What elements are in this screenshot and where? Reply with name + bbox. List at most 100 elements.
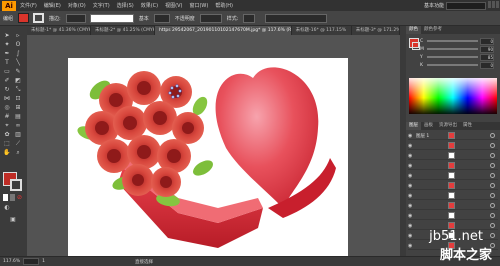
maximize-button[interactable] <box>492 1 495 8</box>
blend-tool-icon[interactable]: ∞ <box>14 122 22 129</box>
stroke-weight-field[interactable] <box>65 13 86 23</box>
visibility-eye-icon[interactable]: ◉ <box>408 193 413 198</box>
cyan-slider-row[interactable]: C0 <box>420 37 494 45</box>
layer-row[interactable]: ◉ <box>408 152 498 160</box>
heart-box-with-roses-illustration[interactable] <box>68 58 348 256</box>
target-circle-icon[interactable] <box>490 203 495 208</box>
page-number[interactable]: 1 <box>42 259 45 264</box>
align-controls[interactable] <box>265 13 328 23</box>
panel-stroke-swatch[interactable] <box>412 42 420 50</box>
visibility-eye-icon[interactable]: ◉ <box>408 233 413 238</box>
paintbrush-tool-icon[interactable]: ✎ <box>14 68 22 75</box>
direct-selection-tool-icon[interactable]: ▹ <box>14 32 22 39</box>
zoom-tool-icon[interactable]: ⌕ <box>14 149 22 156</box>
tab-asset-export[interactable]: 资源导出 <box>436 122 460 130</box>
menu-window[interactable]: 窗口(W) <box>189 2 208 9</box>
tab-properties[interactable]: 属性 <box>460 122 475 130</box>
visibility-eye-icon[interactable]: ◉ <box>408 183 413 188</box>
shape-builder-tool-icon[interactable]: ◎ <box>3 104 11 111</box>
menu-object[interactable]: 对象(O) <box>68 2 86 9</box>
gradient-mode-icon[interactable] <box>10 194 15 201</box>
tab-document-1[interactable]: 未标题-1* @ 41.36% (CMYK/预览) <box>27 26 91 35</box>
brush-dropdown[interactable] <box>153 13 170 23</box>
menu-help[interactable]: 帮助(H) <box>215 2 233 9</box>
rotate-tool-icon[interactable]: ↻ <box>3 86 11 93</box>
tab-color[interactable]: 颜色 <box>406 26 421 34</box>
line-tool-icon[interactable]: ╲ <box>14 59 22 66</box>
scale-tool-icon[interactable]: ⤡ <box>14 86 22 93</box>
magenta-slider-row[interactable]: M 90 <box>420 45 494 53</box>
visibility-eye-icon[interactable]: ◉ <box>408 223 413 228</box>
magic-wand-tool-icon[interactable]: ✦ <box>3 41 11 48</box>
lasso-tool-icon[interactable]: ʘ <box>14 41 22 48</box>
menu-type[interactable]: 文字(T) <box>93 2 110 9</box>
tab-document-active[interactable]: https 29542067_20190110102147670M.jpg* @… <box>155 26 292 35</box>
target-circle-icon[interactable] <box>490 223 495 228</box>
target-circle-icon[interactable] <box>490 163 495 168</box>
canvas-area[interactable] <box>27 35 400 256</box>
opacity-field[interactable] <box>199 13 222 23</box>
curvature-tool-icon[interactable]: ∫ <box>14 50 22 57</box>
color-mode-icon[interactable] <box>3 194 8 201</box>
menu-effect[interactable]: 效果(C) <box>141 2 158 9</box>
menu-view[interactable]: 视图(V) <box>165 2 182 9</box>
visibility-eye-icon[interactable]: ◉ <box>408 153 413 158</box>
close-button[interactable] <box>496 1 499 8</box>
target-circle-icon[interactable] <box>490 173 495 178</box>
menu-edit[interactable]: 编辑(E) <box>44 2 61 9</box>
visibility-eye-icon[interactable]: ◉ <box>408 243 413 248</box>
target-circle-icon[interactable] <box>490 233 495 238</box>
tab-document-2[interactable]: 未标题-2* @ 41.25% (CMYK/预览) <box>91 26 155 35</box>
width-tool-icon[interactable]: ⋈ <box>3 95 11 102</box>
target-circle-icon[interactable] <box>490 143 495 148</box>
graphic-style-dropdown[interactable] <box>243 13 256 23</box>
layer-row[interactable]: ◉ <box>408 142 498 150</box>
layer-row[interactable]: ◉ <box>408 182 498 190</box>
mesh-tool-icon[interactable]: # <box>3 113 11 120</box>
stroke-color-swatch[interactable] <box>10 179 22 191</box>
yellow-slider-row[interactable]: Y 85 <box>420 53 494 61</box>
symbol-sprayer-tool-icon[interactable]: ✿ <box>3 131 11 138</box>
target-circle-icon[interactable] <box>490 193 495 198</box>
minimize-button[interactable] <box>488 1 491 8</box>
tab-color-guide[interactable]: 颜色参考 <box>421 26 445 34</box>
target-circle-icon[interactable] <box>490 133 495 138</box>
hand-tool-icon[interactable]: ✋ <box>3 149 11 156</box>
screen-mode-icon[interactable]: ▣ <box>9 216 17 223</box>
layer-row[interactable]: ◉ <box>408 162 498 170</box>
layer-row[interactable]: ◉ <box>408 202 498 210</box>
cyan-value[interactable]: 0 <box>480 37 494 45</box>
pen-tool-icon[interactable]: ✒ <box>3 50 11 57</box>
type-tool-icon[interactable]: T <box>3 59 11 66</box>
target-circle-icon[interactable] <box>490 183 495 188</box>
visibility-eye-icon[interactable]: ◉ <box>408 133 413 138</box>
search-input[interactable] <box>446 2 486 10</box>
menu-file[interactable]: 文件(F) <box>20 2 37 9</box>
workspace-switcher[interactable]: 基本功能 <box>424 2 444 9</box>
slice-tool-icon[interactable]: ⟋ <box>14 140 22 147</box>
variable-width-profile[interactable] <box>89 13 134 23</box>
layer-row[interactable]: ◉ <box>408 172 498 180</box>
selection-tool-icon[interactable]: ➤ <box>3 32 11 39</box>
artboard-tool-icon[interactable]: ⬚ <box>3 140 11 147</box>
target-circle-icon[interactable] <box>490 213 495 218</box>
rectangle-tool-icon[interactable]: ▭ <box>3 68 11 75</box>
color-spectrum[interactable] <box>409 78 497 114</box>
visibility-eye-icon[interactable]: ◉ <box>408 203 413 208</box>
stroke-swatch[interactable] <box>33 13 45 23</box>
artboard-navigator[interactable] <box>23 258 40 265</box>
menu-select[interactable]: 选择(S) <box>117 2 134 9</box>
visibility-eye-icon[interactable]: ◉ <box>408 213 413 218</box>
layer-row[interactable]: ◉ <box>408 192 498 200</box>
draw-mode-icon[interactable]: ◐ <box>3 204 11 211</box>
column-graph-tool-icon[interactable]: ▥ <box>14 131 22 138</box>
yellow-value[interactable]: 85 <box>480 53 494 61</box>
eraser-tool-icon[interactable]: ◩ <box>14 77 22 84</box>
visibility-eye-icon[interactable]: ◉ <box>408 173 413 178</box>
shaper-tool-icon[interactable]: ✐ <box>3 77 11 84</box>
target-circle-icon[interactable] <box>490 153 495 158</box>
zoom-level[interactable]: 117.6% <box>3 259 20 264</box>
magenta-value[interactable]: 90 <box>480 45 494 53</box>
tab-artboards[interactable]: 画板 <box>421 122 436 130</box>
visibility-eye-icon[interactable]: ◉ <box>408 143 413 148</box>
